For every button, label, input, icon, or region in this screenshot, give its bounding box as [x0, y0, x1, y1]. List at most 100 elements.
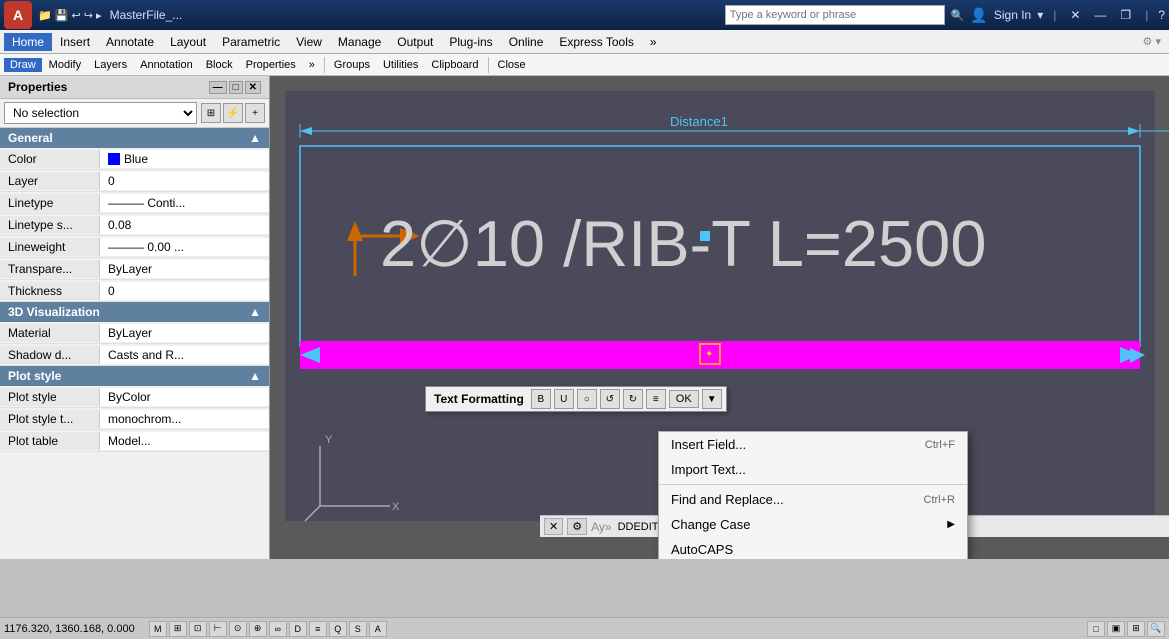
quick-select-icon[interactable]: ⚡	[223, 103, 243, 123]
polar-btn[interactable]: ⊙	[229, 621, 247, 637]
sub-properties[interactable]: Properties	[240, 58, 302, 72]
prop-material: Material ByLayer	[0, 322, 269, 344]
close-btn[interactable]: ✕	[1066, 8, 1084, 22]
prop-linetype: Linetype ——— Conti...	[0, 192, 269, 214]
ctx-sep1	[659, 484, 967, 485]
svg-text:✦: ✦	[705, 349, 713, 360]
prop-shadow: Shadow d... Casts and R...	[0, 344, 269, 366]
menu-insert[interactable]: Insert	[52, 33, 98, 51]
menu-view[interactable]: View	[288, 33, 330, 51]
grid-btn[interactable]: ⊞	[169, 621, 187, 637]
zoom-icon[interactable]: 🔍	[1147, 621, 1165, 637]
sub-groups[interactable]: Groups	[328, 58, 376, 72]
redo-btn[interactable]: ↻	[623, 389, 643, 409]
menu-layout[interactable]: Layout	[162, 33, 214, 51]
bold-btn[interactable]: B	[531, 389, 551, 409]
sub-annotation[interactable]: Annotation	[134, 58, 199, 72]
menu-online[interactable]: Online	[501, 33, 552, 51]
sub-close[interactable]: Close	[492, 58, 532, 72]
sub-layers[interactable]: Layers	[88, 58, 133, 72]
dropdown-menu-btn[interactable]: ▼	[702, 389, 722, 409]
other-btn1[interactable]: ○	[577, 389, 597, 409]
workspace-btn[interactable]: ⚙ ▾	[1139, 35, 1165, 48]
status-bar: 1176.320, 1360.168, 0.000 M ⊞ ⊡ ⊢ ⊙ ⊕ ∞ …	[0, 617, 1169, 639]
dynin-btn[interactable]: D	[289, 621, 307, 637]
search-icon[interactable]: 🔍	[951, 9, 965, 22]
section-plot[interactable]: Plot style ▲	[0, 366, 269, 386]
undo-btn[interactable]: ↺	[600, 389, 620, 409]
keyword-search-input[interactable]	[725, 5, 945, 25]
prop-color: Color Blue	[0, 148, 269, 170]
panel-title: Properties — □ ✕	[0, 76, 269, 99]
quick-access-toolbar: 📁 💾 ↩ ↪ ▸	[38, 9, 102, 22]
properties-panel: Properties — □ ✕ No selection ⊞ ⚡ + Gene…	[0, 76, 270, 559]
ctx-autocaps[interactable]: AutoCAPS	[659, 537, 967, 559]
sub-block[interactable]: Block	[200, 58, 239, 72]
otrack-btn[interactable]: ∞	[269, 621, 287, 637]
dropdown-arrow[interactable]: ▾	[1037, 8, 1043, 22]
select-all-icon[interactable]: ⊞	[201, 103, 221, 123]
view-icon1[interactable]: □	[1087, 621, 1105, 637]
menu-express-tools[interactable]: Express Tools	[551, 33, 641, 51]
menu-annotate[interactable]: Annotate	[98, 33, 162, 51]
prop-plot-style: Plot style ByColor	[0, 386, 269, 408]
selection-dropdown[interactable]: No selection	[4, 102, 197, 124]
minimize-btn[interactable]: —	[1090, 8, 1110, 22]
sub-utilities[interactable]: Utilities	[377, 58, 424, 72]
prop-lineweight: Lineweight ——— 0.00 ...	[0, 236, 269, 258]
menu-overflow[interactable]: »	[642, 33, 665, 51]
sub-overflow1[interactable]: »	[303, 58, 321, 72]
ctx-insert-field[interactable]: Insert Field... Ctrl+F	[659, 432, 967, 457]
prop-plot-table: Plot table Model...	[0, 430, 269, 452]
text-format-toolbar: Text Formatting B U ○ ↺ ↻ ≡ OK ▼	[425, 386, 727, 412]
menu-plugins[interactable]: Plug-ins	[441, 33, 500, 51]
ok-btn[interactable]: OK	[669, 390, 699, 408]
toolbar-divider2	[488, 57, 489, 73]
menu-manage[interactable]: Manage	[330, 33, 389, 51]
osnap-btn[interactable]: ⊕	[249, 621, 267, 637]
model-tab[interactable]: M	[149, 621, 167, 637]
text-format-title: Text Formatting	[430, 392, 528, 406]
svg-text:Y: Y	[325, 434, 333, 446]
menu-home[interactable]: Home	[4, 33, 52, 51]
sub-clipboard[interactable]: Clipboard	[425, 58, 484, 72]
menu-parametric[interactable]: Parametric	[214, 33, 288, 51]
help-icon[interactable]: ?	[1158, 8, 1165, 22]
sc-btn[interactable]: S	[349, 621, 367, 637]
panel-restore-btn[interactable]: □	[229, 81, 243, 94]
ortho-btn[interactable]: ⊢	[209, 621, 227, 637]
section-general[interactable]: General ▲	[0, 128, 269, 148]
canvas-area: Distance1 2∅10 /RIB-T L=2500 ✦	[270, 76, 1169, 559]
pickadd-icon[interactable]: +	[245, 103, 265, 123]
toolbar-divider	[324, 57, 325, 73]
sign-in-btn[interactable]: Sign In	[994, 8, 1031, 22]
section-3d[interactable]: 3D Visualization ▲	[0, 302, 269, 322]
prop-linetype-scale: Linetype s... 0.08	[0, 214, 269, 236]
qp-btn[interactable]: Q	[329, 621, 347, 637]
cmd-icon: Ay»	[591, 520, 611, 534]
cmd-tool-btn[interactable]: ⚙	[567, 518, 587, 535]
format-btn[interactable]: ≡	[646, 389, 666, 409]
properties-scroll: General ▲ Color Blue Layer 0 Linetype ——…	[0, 128, 269, 559]
ctx-import-text[interactable]: Import Text...	[659, 457, 967, 482]
ctx-change-case[interactable]: Change Case ▶	[659, 512, 967, 537]
underline-btn[interactable]: U	[554, 389, 574, 409]
sub-modify[interactable]: Modify	[43, 58, 87, 72]
view-icon2[interactable]: ▣	[1107, 621, 1125, 637]
sub-draw[interactable]: Draw	[4, 58, 42, 72]
lweight-btn[interactable]: ≡	[309, 621, 327, 637]
panel-minimize-btn[interactable]: —	[209, 81, 227, 94]
menu-output[interactable]: Output	[389, 33, 441, 51]
sub-toolbar: Draw Modify Layers Annotation Block Prop…	[0, 54, 1169, 76]
snap-btn[interactable]: ⊡	[189, 621, 207, 637]
section-collapse-icon: ▲	[249, 131, 261, 145]
prop-plot-style-table: Plot style t... monochrom...	[0, 408, 269, 430]
ctx-find-replace[interactable]: Find and Replace... Ctrl+R	[659, 487, 967, 512]
restore-btn[interactable]: ❐	[1116, 8, 1135, 22]
cmd-close-btn[interactable]: ✕	[544, 518, 563, 535]
am-btn[interactable]: A	[369, 621, 387, 637]
view-icon3[interactable]: ⊞	[1127, 621, 1145, 637]
selection-row: No selection ⊞ ⚡ +	[0, 99, 269, 128]
panel-close-btn[interactable]: ✕	[245, 81, 261, 94]
coordinates-display: 1176.320, 1360.168, 0.000	[4, 623, 135, 635]
